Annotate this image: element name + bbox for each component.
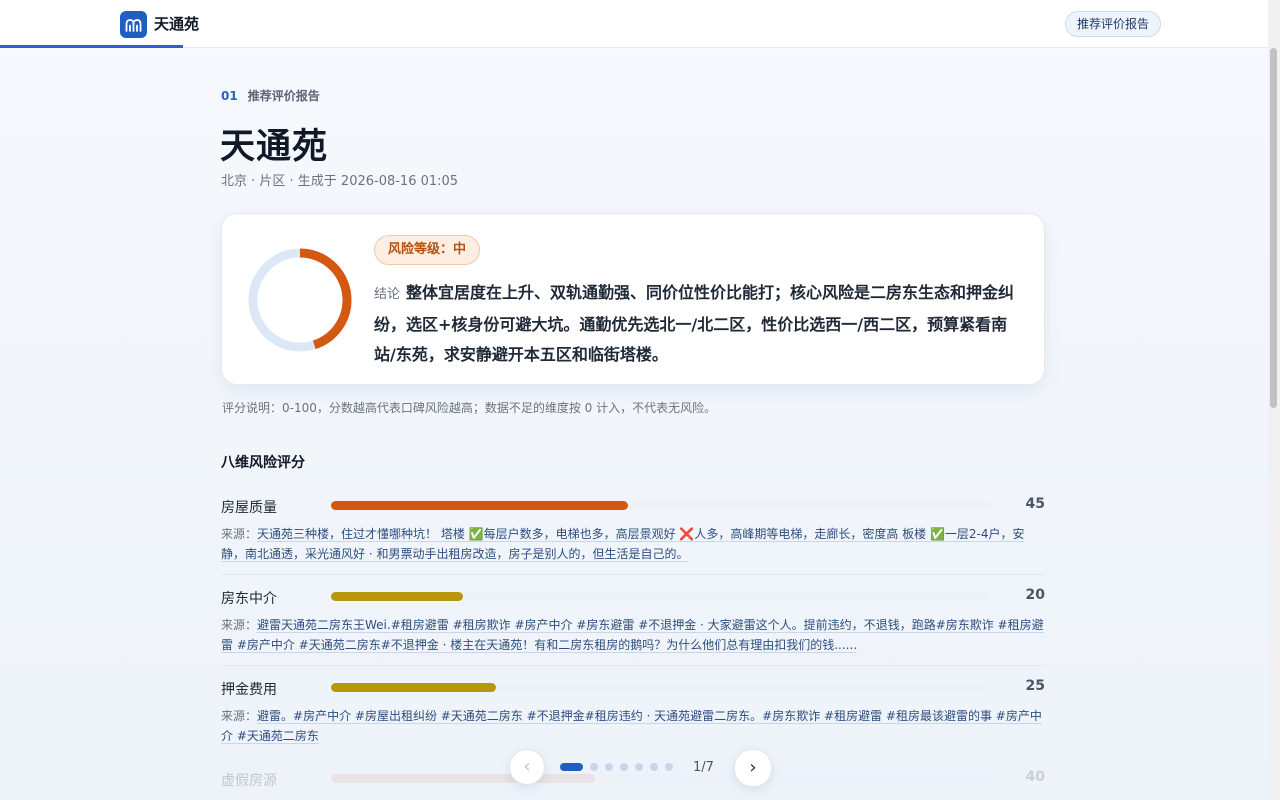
next-page-button[interactable]: › [734, 749, 772, 787]
conclusion-text: 整体宜居度在上升、双轨通勤强、同价位性价比能打；核心风险是二房东生态和押金纠纷，… [374, 283, 1015, 364]
divider [221, 574, 1045, 575]
score-bar-track [331, 501, 991, 510]
risk-ring-chart [248, 248, 352, 352]
reading-progress-bar [0, 45, 183, 48]
scrollbar-thumb[interactable] [1270, 48, 1277, 408]
page-dot[interactable] [665, 763, 673, 771]
source-label: 来源： [221, 618, 258, 632]
conclusion-label: 结论 [374, 287, 401, 302]
score-bar-track [331, 592, 991, 601]
dimension-score: 45 [1025, 496, 1045, 512]
dimension-score: 20 [1025, 587, 1045, 603]
section-eyebrow: 01 推荐评价报告 [221, 87, 320, 104]
dimension-source: 来源：天通苑三种楼，住过才懂哪种坑！ 塔楼 ✅每层户数多，电梯也多，高层景观好 … [221, 524, 1045, 564]
dimension-name: 虚假房源 [221, 773, 277, 789]
scrollbar[interactable] [1268, 0, 1280, 800]
dimension-name: 房屋质量 [221, 500, 277, 516]
dimension-score: 40 [1025, 769, 1045, 785]
score-bar-track [331, 683, 991, 692]
report-nav-button[interactable]: 推荐评价报告 [1065, 11, 1162, 37]
dimension-source: 来源：避雷。#房产中介 #房屋出租纠纷 #天通苑二房东 #不退押金#租房违约 ·… [221, 706, 1045, 746]
score-bar-fill [331, 774, 595, 783]
page-indicator: 1/7 [693, 760, 714, 775]
source-link[interactable]: 天通苑三种楼，住过才懂哪种坑！ 塔楼 ✅每层户数多，电梯也多，高层景观好 ❌人多… [221, 527, 1025, 562]
score-bar-fill [331, 501, 628, 510]
dimension-score: 25 [1025, 678, 1045, 694]
source-label: 来源： [221, 527, 258, 541]
page-dot[interactable] [605, 763, 613, 771]
prev-page-button[interactable]: ‹ [509, 749, 545, 785]
source-label: 来源： [221, 709, 258, 723]
section-number: 01 [221, 89, 238, 103]
page-dots [560, 763, 673, 771]
page-meta: 北京 · 片区 · 生成于 2026-08-16 01:05 [221, 174, 459, 189]
logo-icon[interactable] [120, 11, 147, 38]
summary-card: 风险等级：中 结论 整体宜居度在上升、双轨通勤强、同价位性价比能打；核心风险是二房… [221, 213, 1045, 385]
source-link[interactable]: 避雷天通苑二房东王Wei.#租房避雷 #租房欺诈 #房产中介 #房东避雷 #不退… [221, 618, 1044, 653]
conclusion: 结论 整体宜居度在上升、双轨通勤强、同价位性价比能打；核心风险是二房东生态和押金纠… [374, 278, 1024, 370]
source-link[interactable]: 避雷。#房产中介 #房屋出租纠纷 #天通苑二房东 #不退押金#租房违约 · 天通… [221, 709, 1042, 744]
dimension-name: 押金费用 [221, 682, 277, 698]
page-dot[interactable] [590, 763, 598, 771]
score-bar-fill [331, 592, 463, 601]
dimensions-title: 八维风险评分 [221, 455, 305, 471]
brand-name[interactable]: 天通苑 [154, 13, 199, 34]
page-dot[interactable] [560, 763, 583, 771]
section-label: 推荐评价报告 [247, 89, 320, 103]
score-bar-track [331, 774, 991, 783]
page-dot[interactable] [650, 763, 658, 771]
risk-level-badge: 风险等级：中 [374, 235, 481, 265]
score-bar-fill [331, 683, 496, 692]
score-note: 评分说明：0-100，分数越高代表口碑风险越高；数据不足的维度按 0 计入，不代… [222, 401, 717, 415]
top-bar: 天通苑 推荐评价报告 [0, 0, 1268, 48]
page-title: 天通苑 [220, 127, 329, 167]
dimension-name: 房东中介 [221, 591, 277, 607]
divider [221, 665, 1045, 666]
page-dot[interactable] [620, 763, 628, 771]
page-dot[interactable] [635, 763, 643, 771]
dimension-source: 来源：避雷天通苑二房东王Wei.#租房避雷 #租房欺诈 #房产中介 #房东避雷 … [221, 615, 1045, 655]
